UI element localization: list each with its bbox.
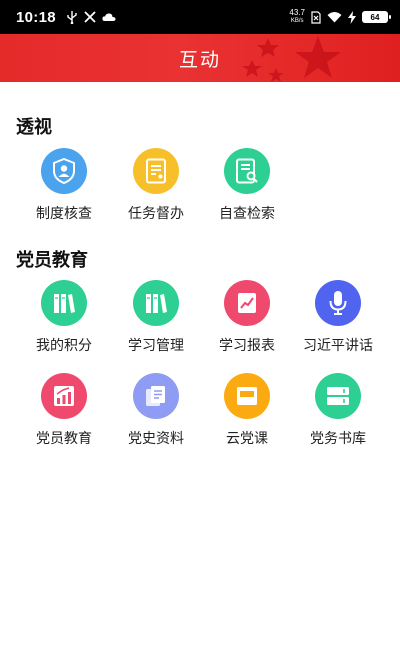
grid-item-study-report[interactable]: 学习报表 xyxy=(201,280,293,355)
grid-item-label: 我的积分 xyxy=(36,338,92,354)
wifi-icon xyxy=(327,12,342,23)
grid-item-label: 制度核查 xyxy=(36,206,92,222)
grid-item-study-management[interactable]: 学习管理 xyxy=(110,280,202,355)
cloud-icon xyxy=(102,13,116,21)
section-title-perspective: 透视 xyxy=(16,117,52,138)
status-right-icons: 43.7 KB/s 64 xyxy=(289,9,391,25)
header-bar: 互动 xyxy=(0,34,400,82)
grid-item-label: 自查检索 xyxy=(219,206,275,222)
grid-item-label: 党员教育 xyxy=(36,431,92,447)
grid-item-cloud-party-class[interactable]: 云党课 xyxy=(201,373,293,448)
grid-item-task-supervision[interactable]: 任务督办 xyxy=(110,148,202,223)
usb-icon xyxy=(67,10,77,24)
grid-item-label: 云党课 xyxy=(226,431,268,447)
page-title: 互动 xyxy=(178,48,221,71)
document-icon xyxy=(133,148,179,194)
grid-item-self-inspection-search[interactable]: 自查检索 xyxy=(201,148,293,223)
grid-item-label: 学习管理 xyxy=(128,338,184,354)
no-sim-icon xyxy=(311,10,321,24)
net-speed-unit: KB/s xyxy=(290,18,304,24)
grid-item-label: 党务书库 xyxy=(310,431,366,447)
copy-documents-icon xyxy=(133,373,179,419)
folder-icon xyxy=(224,373,270,419)
books-icon xyxy=(133,280,179,326)
chart-report-icon xyxy=(224,280,270,326)
grid-item-label: 学习报表 xyxy=(219,338,275,354)
grid-item-label: 习近平讲话 xyxy=(303,338,373,354)
grid-item-label: 党史资料 xyxy=(128,431,184,447)
book-stack-icon xyxy=(315,373,361,419)
charging-icon xyxy=(348,10,356,24)
net-speed-value: 43.7 xyxy=(289,8,305,17)
status-time: 10:18 xyxy=(16,8,56,26)
battery-icon: 64 xyxy=(362,11,391,23)
document-search-icon xyxy=(224,148,270,194)
battery-level: 64 xyxy=(370,12,380,22)
books-icon xyxy=(41,280,87,326)
grid-item-party-library[interactable]: 党务书库 xyxy=(292,373,384,448)
grid-item-xi-speeches[interactable]: 习近平讲话 xyxy=(292,280,384,355)
grid-item-member-education[interactable]: 党员教育 xyxy=(18,373,110,448)
shield-user-icon xyxy=(41,148,87,194)
grid-item-label: 任务督办 xyxy=(128,206,184,222)
bar-chart-icon xyxy=(41,373,87,419)
status-bar: 10:18 43.7 KB/s 64 xyxy=(0,0,400,34)
net-speed-indicator: 43.7 KB/s xyxy=(289,9,305,25)
grid-item-institution-check[interactable]: 制度核查 xyxy=(18,148,110,223)
microphone-icon xyxy=(315,280,361,326)
grid-item-my-points[interactable]: 我的积分 xyxy=(18,280,110,355)
tools-icon xyxy=(84,11,96,23)
status-left-icons xyxy=(66,10,116,24)
grid-item-party-history[interactable]: 党史资料 xyxy=(110,373,202,448)
section-title-party-education: 党员教育 xyxy=(16,250,88,271)
